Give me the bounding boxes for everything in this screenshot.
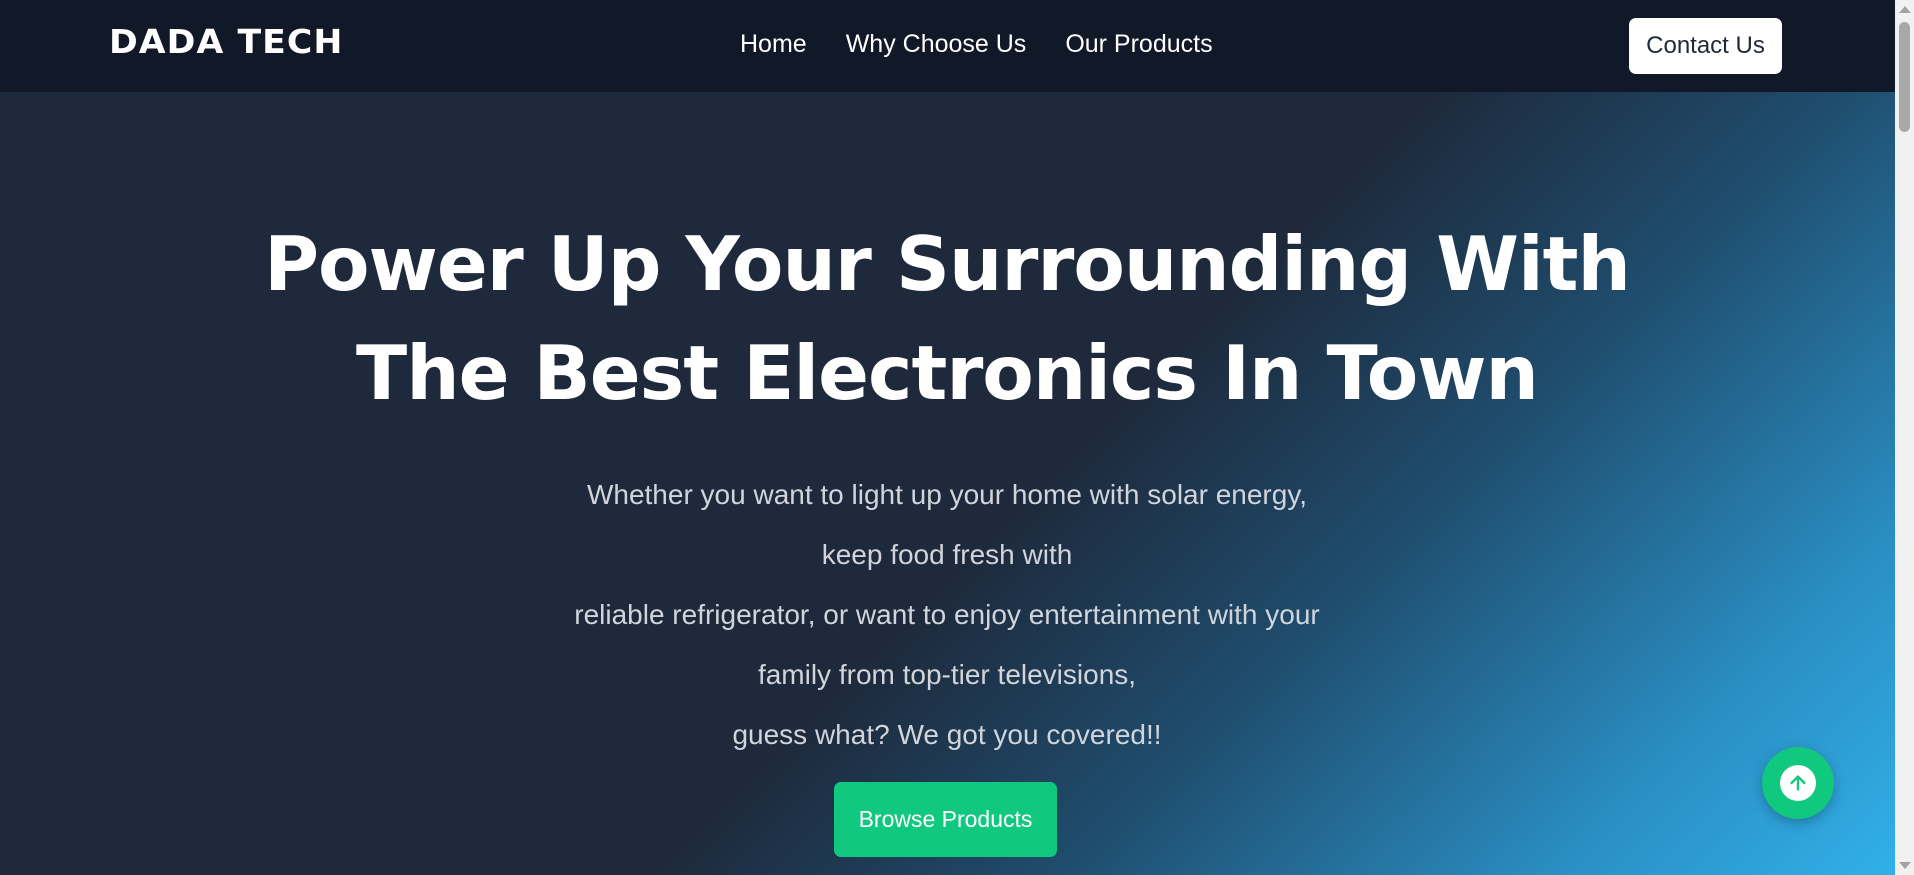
scroll-down-icon[interactable] (1899, 862, 1911, 869)
hero-description-line: Whether you want to light up your home w… (586, 479, 1308, 510)
hero-description-line: family from top-tier televisions, (757, 659, 1137, 690)
hero-description-line: guess what? We got you covered!! (732, 719, 1162, 750)
hero-section: Power Up Your Surrounding With The Best … (0, 92, 1895, 875)
hero-description: Whether you want to light up your home w… (447, 465, 1447, 765)
nav-link-our-products[interactable]: Our Products (1065, 30, 1212, 59)
back-to-top-button[interactable] (1762, 747, 1834, 819)
brand-logo[interactable]: DADA TECH (109, 22, 343, 61)
hero-description-line: reliable refrigerator, or want to enjoy … (574, 599, 1320, 630)
scroll-up-icon[interactable] (1899, 6, 1911, 13)
nav-link-why-choose-us[interactable]: Why Choose Us (846, 30, 1027, 59)
hero-title-line-2: The Best Electronics In Town (356, 329, 1539, 417)
hero-title-line-1: Power Up Your Surrounding With (264, 220, 1631, 308)
nav-links: Home Why Choose Us Our Products (740, 30, 1213, 59)
scrollbar-thumb[interactable] (1899, 22, 1910, 132)
navbar: DADA TECH Home Why Choose Us Our Product… (0, 0, 1895, 92)
hero-description-line: keep food fresh with (821, 539, 1073, 570)
page-scrollbar[interactable] (1895, 0, 1914, 875)
arrow-up-icon (1780, 765, 1816, 801)
nav-link-home[interactable]: Home (740, 30, 807, 59)
contact-us-button[interactable]: Contact Us (1629, 18, 1782, 74)
page: DADA TECH Home Why Choose Us Our Product… (0, 0, 1895, 875)
hero-title: Power Up Your Surrounding With The Best … (247, 210, 1647, 428)
browse-products-button[interactable]: Browse Products (834, 782, 1057, 857)
